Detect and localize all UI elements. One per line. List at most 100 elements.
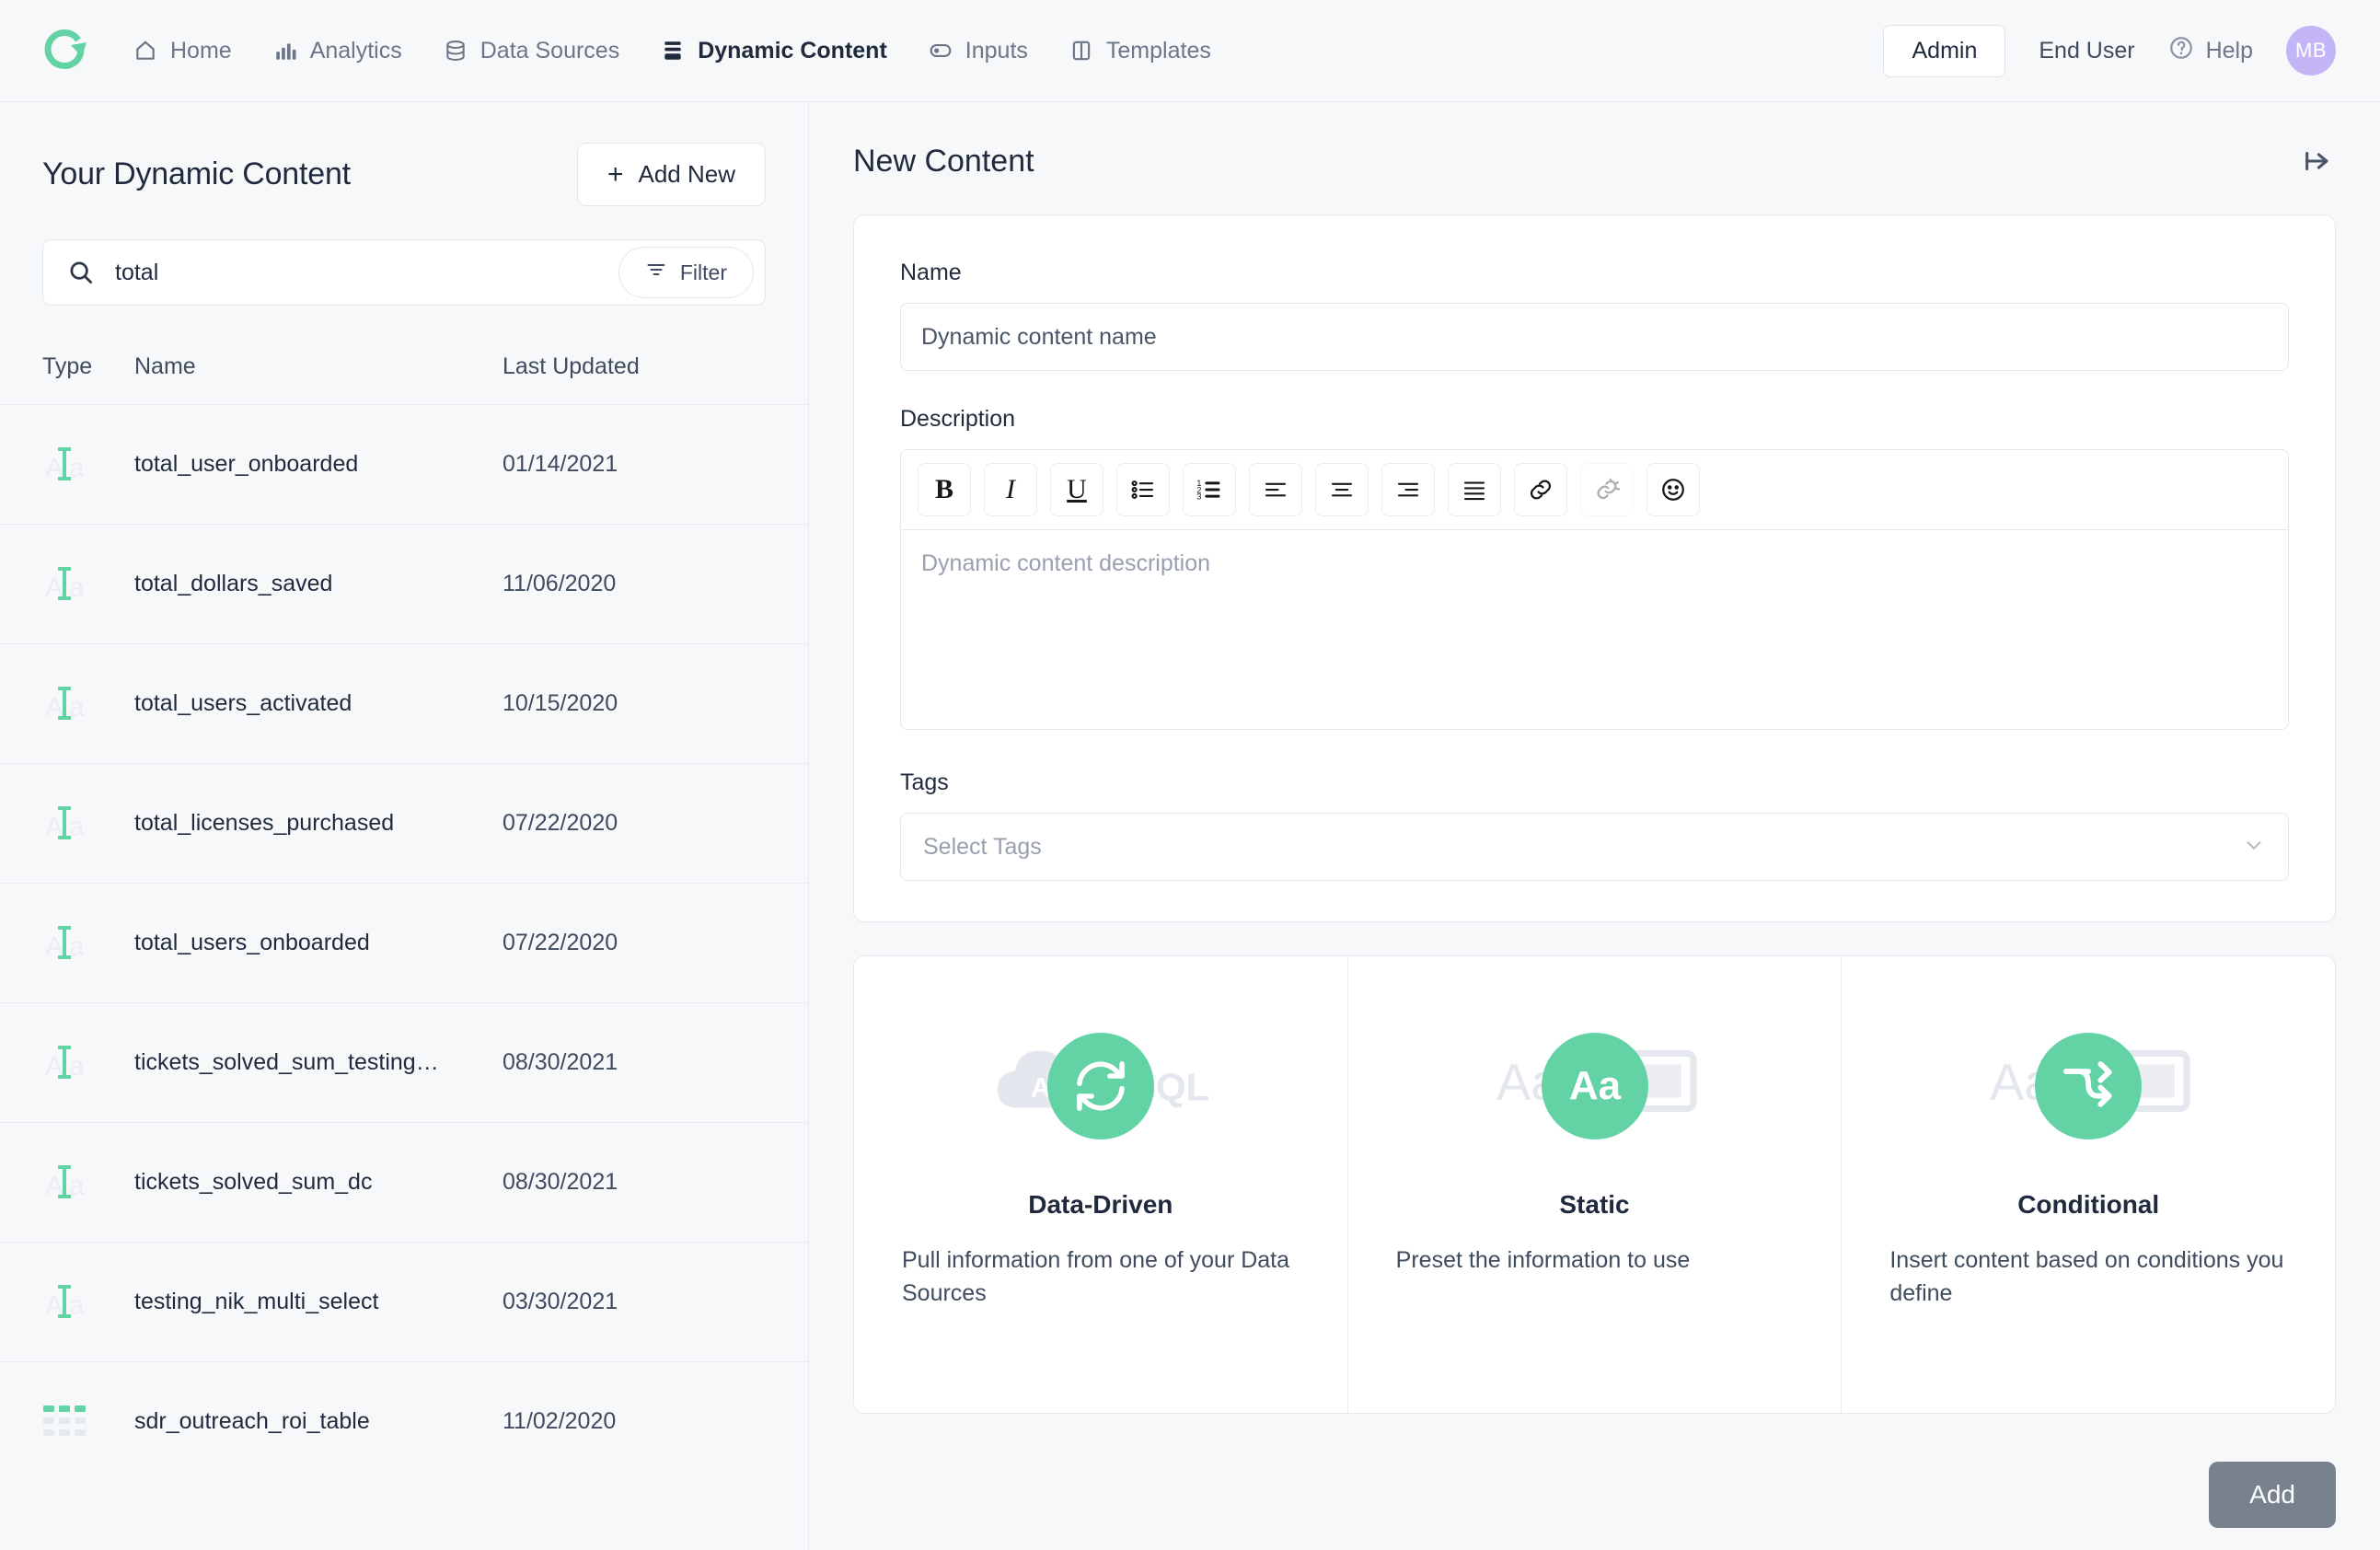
table-row[interactable]: A a tickets_solved_sum_testing… 08/30/202… — [0, 1002, 808, 1122]
row-date: 01/14/2021 — [503, 451, 618, 477]
nav-item-data-sources[interactable]: Data Sources — [441, 32, 621, 70]
bold-icon[interactable]: B — [918, 463, 971, 516]
align-right-icon[interactable] — [1381, 463, 1435, 516]
toolbar-button-label: U — [1067, 474, 1087, 504]
nav-items: Home Analytics Data Sources Dynamic Cont… — [131, 32, 1213, 70]
static-text-icon: A a — [42, 1158, 134, 1208]
row-date: 08/30/2021 — [503, 1049, 618, 1075]
card-title: Conditional — [2017, 1190, 2160, 1219]
table-row[interactable]: A a total_licenses_purchased 07/22/2020 — [0, 763, 808, 883]
svg-text:a: a — [69, 692, 85, 723]
numbered-list-icon[interactable]: 1 2 3 — [1183, 463, 1236, 516]
sync-arrows-icon — [1046, 1033, 1154, 1139]
svg-text:3: 3 — [1196, 492, 1201, 502]
name-field-group: Name — [900, 260, 2289, 371]
table-row[interactable]: sdr_outreach_roi_table 11/02/2020 — [0, 1361, 808, 1481]
tags-label: Tags — [900, 769, 949, 795]
table-row[interactable]: A a testing_nik_multi_select 03/30/2021 — [0, 1242, 808, 1361]
filter-label: Filter — [679, 260, 727, 284]
layers-icon — [660, 38, 686, 64]
static-text-icon: A a — [42, 1038, 134, 1088]
name-input[interactable] — [900, 303, 2289, 371]
question-circle-icon — [2168, 35, 2194, 67]
toolbar-button-label: I — [1006, 474, 1015, 504]
filter-icon — [645, 259, 667, 286]
tags-field-group: Tags Select Tags — [900, 769, 2289, 881]
admin-button[interactable]: Admin — [1883, 24, 2006, 77]
table-row[interactable]: A a total_users_onboarded 07/22/2020 — [0, 883, 808, 1002]
database-icon — [443, 38, 468, 64]
nav-item-label: Data Sources — [479, 37, 620, 64]
nav-item-analytics[interactable]: Analytics — [271, 32, 404, 70]
end-user-button[interactable]: End User — [2039, 38, 2134, 64]
static-art: Aa Aa — [1396, 1008, 1794, 1164]
add-button[interactable]: Add — [2209, 1462, 2336, 1528]
underline-icon[interactable]: U — [1050, 463, 1103, 516]
bullet-list-icon[interactable] — [1116, 463, 1170, 516]
content-type-cards: API SQL Data-Driven Pull info — [853, 955, 2336, 1414]
static-text-icon: A a — [42, 440, 134, 490]
table-row[interactable]: A a total_dollars_saved 11/06/2020 — [0, 524, 808, 643]
row-date: 08/30/2021 — [503, 1169, 618, 1195]
card-title: Data-Driven — [1028, 1190, 1173, 1219]
search-input[interactable] — [115, 240, 618, 305]
description-textarea[interactable] — [900, 529, 2289, 730]
svg-text:a: a — [69, 812, 85, 842]
avatar[interactable]: MB — [2286, 26, 2336, 75]
nav-item-label: Inputs — [965, 37, 1028, 64]
card-description: Preset the information to use — [1395, 1247, 1691, 1273]
help-link[interactable]: Help — [2168, 35, 2253, 67]
card-title: Static — [1559, 1190, 1630, 1219]
description-field-group: Description B I U 1 2 3 — [900, 406, 2289, 735]
italic-icon[interactable]: I — [984, 463, 1037, 516]
filter-button[interactable]: Filter — [618, 247, 754, 298]
align-justify-icon[interactable] — [1448, 463, 1501, 516]
nav-item-home[interactable]: Home — [131, 32, 234, 70]
refresh-logo-icon[interactable] — [40, 27, 88, 75]
row-date: 10/15/2020 — [503, 690, 618, 716]
arrow-to-right-icon[interactable] — [2299, 143, 2336, 179]
nav-item-label: Templates — [1105, 37, 1211, 64]
add-new-button[interactable]: + Add New — [576, 143, 766, 206]
row-name: total_licenses_purchased — [134, 810, 395, 836]
nav-item-dynamic-content[interactable]: Dynamic Content — [658, 32, 889, 70]
content-type-card-conditional[interactable]: Aa Conditional Insert content based on c… — [1842, 956, 2335, 1413]
svg-text:a: a — [69, 1051, 85, 1082]
plus-icon: + — [607, 158, 624, 190]
column-header-type: Type — [42, 353, 93, 379]
main-split: Your Dynamic Content + Add New total Fil… — [0, 102, 2380, 1550]
align-left-icon[interactable] — [1249, 463, 1302, 516]
svg-text:a: a — [69, 1171, 85, 1201]
emoji-icon[interactable] — [1646, 463, 1700, 516]
nav-item-inputs[interactable]: Inputs — [926, 32, 1030, 70]
svg-text:a: a — [69, 1290, 85, 1321]
svg-text:Aa: Aa — [1568, 1063, 1621, 1108]
align-center-icon[interactable] — [1315, 463, 1369, 516]
search-row: Filter — [0, 206, 808, 306]
sidebar-header: Your Dynamic Content + Add New — [0, 102, 808, 206]
svg-text:a: a — [69, 931, 85, 962]
table-row[interactable]: A a total_users_activated 10/15/2020 — [0, 643, 808, 763]
content-type-card-static[interactable]: Aa Aa Static Preset the information to u… — [1348, 956, 1843, 1413]
detail-header: New Content — [853, 143, 2336, 179]
rich-text-toolbar: B I U 1 2 3 — [900, 449, 2289, 529]
row-name: tickets_solved_sum_dc — [134, 1169, 373, 1195]
nav-item-label: Dynamic Content — [698, 37, 887, 64]
nav-item-templates[interactable]: Templates — [1067, 32, 1213, 70]
list-column-headers: Type Name Last Updated — [0, 306, 808, 404]
search-box[interactable]: Filter — [42, 239, 766, 306]
row-name: total_user_onboarded — [134, 451, 359, 477]
static-text-icon: A a — [42, 560, 134, 609]
table-row[interactable]: A a tickets_solved_sum_dc 08/30/2021 — [0, 1122, 808, 1242]
static-text-icon: A a — [42, 679, 134, 729]
nav-right-group: Admin End User Help MB — [1883, 24, 2336, 77]
row-name: sdr_outreach_roi_table — [134, 1408, 370, 1434]
content-form-card: Name Description B I U 1 2 3 — [853, 214, 2336, 922]
content-type-card-data-driven[interactable]: API SQL Data-Driven Pull info — [854, 956, 1348, 1413]
dynamic-content-list-panel: Your Dynamic Content + Add New total Fil… — [0, 102, 809, 1550]
link-icon[interactable] — [1514, 463, 1567, 516]
tags-select[interactable]: Select Tags — [900, 813, 2289, 881]
page-title: Your Dynamic Content — [42, 156, 351, 191]
svg-text:a: a — [69, 453, 85, 483]
table-row[interactable]: A a total_user_onboarded 01/14/2021 — [0, 404, 808, 524]
